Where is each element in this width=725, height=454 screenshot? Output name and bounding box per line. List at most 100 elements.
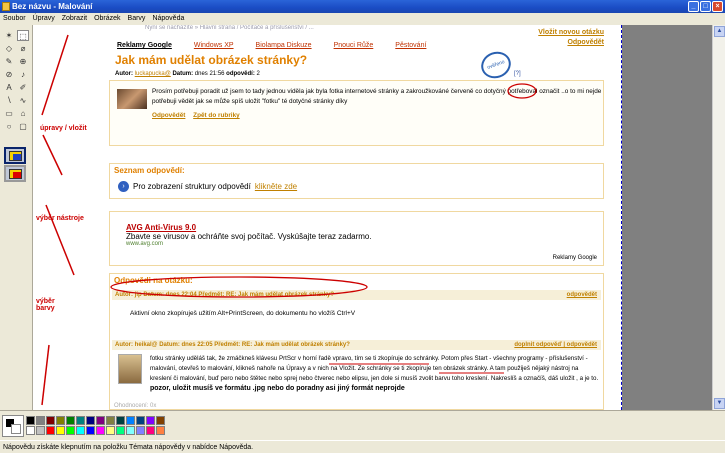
menu-napoveda[interactable]: Nápověda bbox=[152, 13, 184, 25]
minimize-button[interactable]: _ bbox=[688, 1, 699, 12]
color-swatch[interactable] bbox=[56, 426, 65, 435]
free-select-icon[interactable]: ✶ bbox=[3, 30, 15, 41]
meta-author: luckapucka@ bbox=[134, 71, 171, 77]
vertical-scrollbar[interactable]: ▲ ▼ bbox=[712, 25, 725, 410]
magnifier-icon[interactable]: ⊕ bbox=[17, 56, 29, 67]
canvas-area: Nyní se nacházíte » Hlavní strana / Počí… bbox=[34, 25, 712, 410]
text-icon[interactable]: ✐ bbox=[17, 82, 29, 93]
paint-app-icon bbox=[2, 2, 10, 11]
arrow-line bbox=[41, 344, 50, 406]
current-colors bbox=[2, 415, 24, 437]
pick-color-icon[interactable]: ✎ bbox=[3, 56, 15, 67]
color-swatch[interactable] bbox=[106, 426, 115, 435]
color-swatch[interactable] bbox=[86, 426, 95, 435]
drawing-canvas[interactable]: Nyní se nacházíte » Hlavní strana / Počí… bbox=[34, 25, 622, 410]
question-meta: Autor: luckapucka@ Datum: dnes 21:56 odp… bbox=[115, 71, 260, 77]
post-bold-note: pozor, uložit musíš ve formátu .jpg nebo… bbox=[150, 385, 405, 392]
airbrush-icon[interactable]: A bbox=[3, 82, 15, 93]
pencil-icon[interactable]: ⊘ bbox=[3, 69, 15, 80]
answer-link-top: Odpovědět bbox=[567, 39, 604, 46]
color-swatch[interactable] bbox=[116, 416, 125, 425]
color-swatch[interactable] bbox=[136, 426, 145, 435]
color-swatch[interactable] bbox=[156, 426, 165, 435]
color-swatch[interactable] bbox=[76, 426, 85, 435]
close-button[interactable]: × bbox=[712, 1, 723, 12]
color-swatch[interactable] bbox=[126, 426, 135, 435]
color-swatch[interactable] bbox=[26, 426, 35, 435]
color-swatch[interactable] bbox=[76, 416, 85, 425]
color-swatch[interactable] bbox=[146, 426, 155, 435]
post-reply-link: doplnit odpověď | odpovědět bbox=[514, 342, 597, 348]
meta-date: dnes 21:56 bbox=[194, 71, 225, 77]
breadcrumb: Nyní se nacházíte » Hlavní strana / Počí… bbox=[145, 25, 314, 31]
tab-link: Pěstování bbox=[395, 42, 427, 49]
color-swatch[interactable] bbox=[156, 416, 165, 425]
menu-bar: Soubor Úpravy Zobrazit Obrázek Barvy Náp… bbox=[0, 13, 725, 25]
color-swatch[interactable] bbox=[116, 426, 125, 435]
fill-icon[interactable]: ⌀ bbox=[17, 43, 29, 54]
color-swatch[interactable] bbox=[46, 426, 55, 435]
help-link: [?] bbox=[514, 71, 521, 77]
color-swatch[interactable] bbox=[46, 416, 55, 425]
maximize-button[interactable]: □ bbox=[700, 1, 711, 12]
brush-icon[interactable]: ♪ bbox=[17, 69, 29, 80]
polygon-icon[interactable]: ⌂ bbox=[17, 108, 29, 119]
question-text: Prosím potřebuji poradit už jsem to tady… bbox=[152, 88, 602, 105]
menu-obrazek[interactable]: Obrázek bbox=[94, 13, 120, 25]
arrow-icon: › bbox=[118, 181, 129, 192]
tab-link: Biolampa Diskuze bbox=[255, 42, 312, 49]
ad-description: Zbavte se virusov a ochráňte svoj počíta… bbox=[126, 232, 372, 241]
color-swatch[interactable] bbox=[66, 426, 75, 435]
color-swatch[interactable] bbox=[86, 416, 95, 425]
post-reply-link: odpovědět bbox=[566, 292, 597, 298]
annotation-select-tool: výběr nástroje bbox=[36, 215, 84, 222]
eraser-icon[interactable]: ◇ bbox=[3, 43, 15, 54]
color-swatch[interactable] bbox=[36, 416, 45, 425]
post-header: Autor: jip Datum: dnes 22:04 Předmět: RE… bbox=[112, 290, 601, 300]
answers-heading: Odpovědi na otázku: bbox=[114, 276, 193, 285]
answers-section: Odpovědi na otázku: Autor: jip Datum: dn… bbox=[109, 273, 604, 410]
color-swatch[interactable] bbox=[36, 426, 45, 435]
tab-link: Reklamy Google bbox=[117, 42, 172, 49]
color-swatch[interactable] bbox=[126, 416, 135, 425]
meta-answers-label: odpovědí: bbox=[226, 71, 255, 77]
structure-link: klikněte zde bbox=[254, 182, 298, 191]
verified-stamp-icon: ověřeno bbox=[477, 47, 515, 83]
scroll-up-icon[interactable]: ▲ bbox=[714, 26, 725, 37]
rect-select-icon[interactable]: ⬚ bbox=[17, 30, 29, 41]
window-title: Bez názvu - Malování bbox=[12, 2, 93, 11]
post-text: Aktivní okno zkopíruješ užitím Alt+Print… bbox=[130, 310, 356, 317]
rounded-rect-icon[interactable]: ▢ bbox=[17, 121, 29, 132]
meta-author-label: Autor: bbox=[115, 71, 133, 77]
menu-upravy[interactable]: Úpravy bbox=[33, 13, 55, 25]
question-box: Prosím potřebuji poradit už jsem to tady… bbox=[109, 80, 604, 146]
color-swatch[interactable] bbox=[96, 426, 105, 435]
meta-date-label: Datum: bbox=[172, 71, 194, 77]
line-icon[interactable]: ∖ bbox=[3, 95, 15, 106]
ad-box: AVG Anti-Virus 9.0 Zbavte se virusov a o… bbox=[109, 211, 604, 266]
color-swatch[interactable] bbox=[96, 416, 105, 425]
ellipse-icon[interactable]: ○ bbox=[3, 121, 15, 132]
transparency-option-transparent[interactable] bbox=[4, 165, 26, 182]
question-links: Odpovědět Zpět do rubriky bbox=[152, 112, 246, 119]
transparency-option-opaque[interactable] bbox=[4, 147, 26, 164]
status-bar: Nápovědu získáte klepnutím na položku Té… bbox=[0, 440, 725, 453]
scroll-down-icon[interactable]: ▼ bbox=[714, 398, 725, 409]
rectangle-icon[interactable]: ▭ bbox=[3, 108, 15, 119]
color-swatch[interactable] bbox=[146, 416, 155, 425]
color-swatch[interactable] bbox=[136, 416, 145, 425]
menu-zobrazit[interactable]: Zobrazit bbox=[62, 13, 87, 25]
color-swatch[interactable] bbox=[106, 416, 115, 425]
color-swatch[interactable] bbox=[26, 416, 35, 425]
post-header: Autor: heikal@ Datum: dnes 22:05 Předmět… bbox=[112, 340, 601, 350]
swatches bbox=[26, 416, 165, 435]
background-color bbox=[11, 424, 21, 434]
curve-icon[interactable]: ∿ bbox=[17, 95, 29, 106]
toolbox: ✶ ⬚ ◇ ⌀ ✎ ⊕ ⊘ ♪ A ✐ ∖ ∿ ▭ ⌂ ○ ▢ bbox=[0, 25, 33, 410]
color-swatch[interactable] bbox=[66, 416, 75, 425]
color-swatch[interactable] bbox=[56, 416, 65, 425]
post-rating: Ohodnocení: 0x bbox=[114, 403, 157, 409]
menu-soubor[interactable]: Soubor bbox=[3, 13, 26, 25]
title-bar: Bez názvu - Malování _ □ × bbox=[0, 0, 725, 13]
menu-barvy[interactable]: Barvy bbox=[128, 13, 146, 25]
